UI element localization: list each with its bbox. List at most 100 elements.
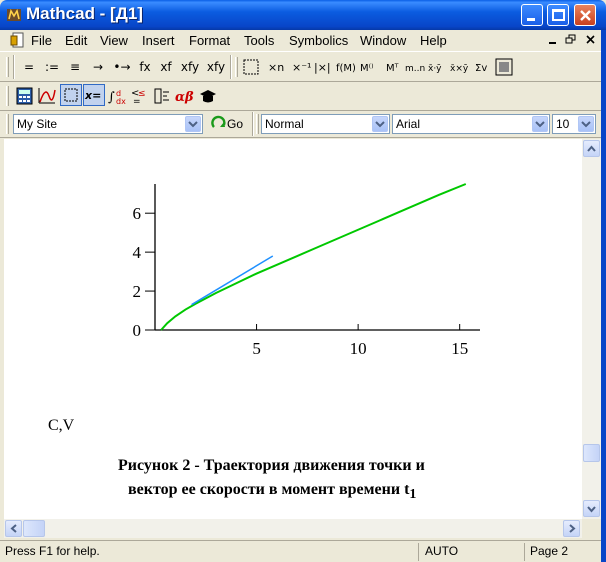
matrix-toolbar-icons[interactable]: ×n ×⁻¹ |×| f(M) M⁽⁾ Mᵀ m..n x̄·ȳ x̄×ȳ Σv [242, 57, 522, 77]
document-icon[interactable] [10, 32, 26, 48]
site-combo[interactable]: My Site [13, 114, 203, 134]
minimize-button[interactable] [521, 4, 543, 26]
palette-toolbar: x= ∫ d dx < ≤ = αβ [0, 82, 606, 111]
chevron-up-icon [587, 145, 596, 152]
calculator-icon[interactable] [15, 86, 35, 106]
toolbar-separator [252, 112, 254, 136]
chevron-down-icon[interactable] [578, 116, 594, 132]
horizontal-scrollbar[interactable] [4, 519, 582, 538]
matrix-palette-button[interactable] [60, 84, 82, 106]
transpose-icon: Mᵀ [386, 63, 399, 74]
status-mode-pane: AUTO [418, 543, 518, 561]
programming-palette-icon[interactable] [152, 86, 172, 106]
font-size-combo[interactable]: 10 [552, 114, 596, 134]
calculus-palette-icon[interactable]: ∫ ddx [108, 86, 128, 106]
scroll-up-button[interactable] [583, 140, 600, 157]
style-combo[interactable]: Normal [261, 114, 390, 134]
infix-operator-button[interactable]: xfy [178, 56, 202, 78]
menu-view[interactable]: View [100, 33, 128, 48]
chevron-right-icon [569, 524, 576, 533]
figure-caption-text: вектор ее скорости в момент времени t [128, 481, 410, 498]
x-tick-label: 5 [252, 339, 261, 358]
window-left-edge [0, 139, 4, 540]
figure-caption-line1: Рисунок 2 - Траектория движения точки и [118, 457, 425, 474]
global-define-button[interactable]: ≡ [66, 56, 84, 78]
go-button[interactable]: Go [208, 114, 246, 134]
greek-palette-icon[interactable]: αβ [174, 86, 196, 106]
prefix-operator-button[interactable]: fx [136, 56, 154, 78]
symbolic-evaluate-button[interactable]: → [88, 56, 108, 78]
cross-product-icon: x̄×ȳ [450, 64, 469, 74]
vectorize-icon: f(M) [336, 63, 356, 74]
graph-palette-icon[interactable] [37, 86, 57, 106]
horizontal-scroll-thumb[interactable] [23, 520, 45, 537]
toolbar-grip[interactable] [235, 57, 238, 77]
site-combo-value: My Site [17, 117, 58, 131]
menu-tools[interactable]: Tools [244, 33, 274, 48]
scroll-down-button[interactable] [583, 500, 600, 517]
scroll-right-button[interactable] [563, 520, 580, 537]
menu-file[interactable]: File [31, 33, 52, 48]
chevron-left-icon [10, 524, 17, 533]
chevron-down-icon[interactable] [185, 116, 201, 132]
minimize-icon [527, 18, 535, 21]
y-tick-label: 4 [133, 243, 142, 262]
svg-text:x=: x= [84, 89, 101, 102]
x-tick-label: 15 [451, 339, 468, 358]
svg-text:∫: ∫ [108, 90, 115, 105]
inverse-icon: ×⁻¹ [292, 61, 311, 74]
chevron-down-icon [587, 506, 596, 513]
toolbar-grip[interactable] [6, 86, 9, 106]
cv-label: C,V [48, 417, 75, 434]
close-button[interactable] [574, 4, 596, 26]
postfix-operator-button[interactable]: xf [157, 56, 175, 78]
vector-sum-icon: Σv [475, 63, 487, 74]
keyword-evaluate-button[interactable]: •→ [111, 56, 133, 78]
evaluate-button[interactable]: = [20, 56, 38, 78]
toolbar-grip[interactable] [256, 114, 259, 134]
scroll-left-button[interactable] [5, 520, 22, 537]
style-combo-value: Normal [265, 117, 304, 131]
treetype-operator-button[interactable]: xfy [205, 56, 227, 78]
range-icon: m..n [405, 64, 425, 74]
doc-minimize-icon[interactable] [546, 33, 560, 47]
menu-edit[interactable]: Edit [65, 33, 87, 48]
figure-caption-line2: вектор ее скорости в момент времени t1 [128, 481, 416, 503]
math-toolbar: = := ≡ → •→ fx xf xfy xfy ×n ×⁻¹ |×| f(M… [0, 51, 606, 82]
trajectory-line [160, 183, 467, 331]
menu-insert[interactable]: Insert [142, 33, 175, 48]
menu-help[interactable]: Help [420, 33, 447, 48]
chevron-down-icon[interactable] [532, 116, 548, 132]
menu-symbolics[interactable]: Symbolics [289, 33, 348, 48]
determinant-icon: |×| [314, 61, 331, 74]
chevron-down-icon[interactable] [372, 116, 388, 132]
doc-restore-icon[interactable] [564, 33, 578, 47]
subscript-icon: ×n [268, 61, 284, 74]
status-page: Page 2 [530, 544, 569, 558]
vertical-scrollbar[interactable] [582, 139, 601, 519]
toolbar-separator [230, 55, 232, 79]
font-combo[interactable]: Arial [392, 114, 550, 134]
maximize-icon [552, 9, 565, 21]
window-title: Mathcad - [Д1] [26, 4, 143, 23]
vertical-scroll-thumb[interactable] [583, 444, 600, 462]
matrix-palette-icon [64, 88, 78, 102]
go-label: Go [227, 117, 244, 131]
symbolic-palette-icon[interactable] [198, 86, 218, 106]
toolbar-grip[interactable] [6, 114, 9, 134]
mathcad-app-icon[interactable] [6, 7, 22, 23]
close-icon [580, 10, 591, 21]
menu-format[interactable]: Format [189, 33, 230, 48]
define-button[interactable]: := [42, 56, 62, 78]
boolean-palette-icon[interactable]: <≤= [130, 86, 150, 106]
toolbar-grip[interactable] [6, 57, 9, 77]
svg-text:dx: dx [116, 97, 126, 106]
maximize-button[interactable] [547, 4, 569, 26]
doc-close-icon[interactable] [584, 33, 598, 47]
font-size-combo-value: 10 [556, 117, 570, 131]
evaluation-palette-button[interactable]: x= [83, 84, 105, 106]
svg-text:αβ: αβ [175, 90, 194, 105]
trajectory-chart[interactable]: 5 10 15 0 2 4 6 [4, 139, 582, 379]
menu-window[interactable]: Window [360, 33, 406, 48]
worksheet[interactable]: 5 10 15 0 2 4 6 C,V Рисунок 2 - Траектория дви… [4, 139, 582, 519]
